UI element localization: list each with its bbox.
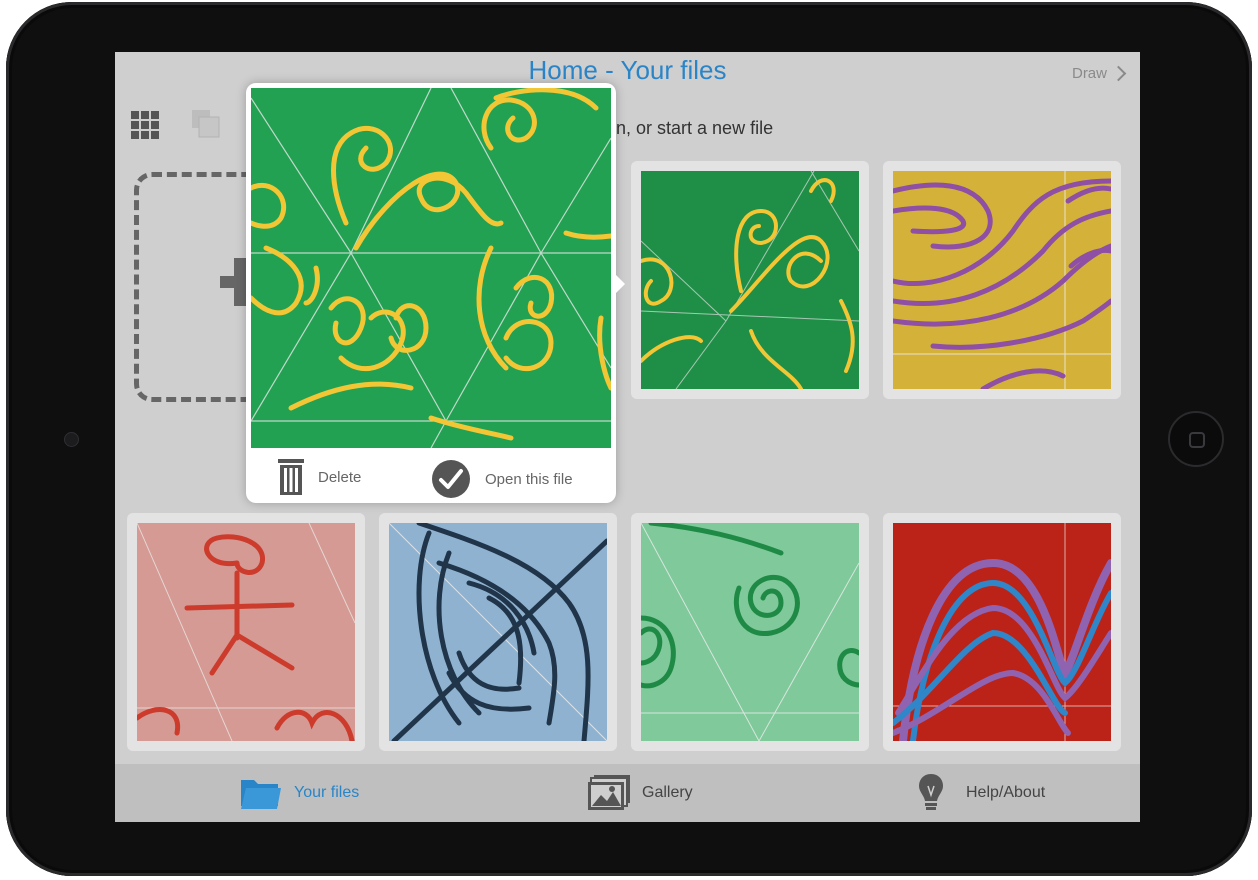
draw-label: Draw <box>1071 65 1107 82</box>
page-title: Home - Your files <box>528 55 727 85</box>
preview-image <box>251 88 611 448</box>
file-tile-blue-lines[interactable] <box>379 513 617 751</box>
delete-button[interactable]: Delete <box>278 459 361 495</box>
file-tile-mint-spirals[interactable] <box>631 513 869 751</box>
popover-arrow <box>614 273 625 295</box>
lightbulb-icon <box>919 774 943 810</box>
chevron-right-icon <box>1110 65 1127 82</box>
checkmark-circle-icon <box>432 460 470 498</box>
home-button[interactable] <box>1168 411 1224 467</box>
instruction-text: en, or start a new file <box>606 118 774 138</box>
file-tile-green-swirls[interactable] <box>631 161 869 399</box>
draw-button[interactable]: Draw <box>1071 65 1127 82</box>
copy-view-icon[interactable] <box>191 109 221 139</box>
tab-your-files[interactable]: Your files <box>240 764 359 822</box>
open-file-label: Open this file <box>485 470 573 488</box>
tab-help-about[interactable]: Help/About <box>918 764 1045 822</box>
delete-label: Delete <box>318 468 362 486</box>
gallery-icon <box>588 775 630 810</box>
folder-icon <box>241 780 281 809</box>
tab-label: Help/About <box>966 784 1046 801</box>
file-tile-pink-stick-figure[interactable] <box>127 513 365 751</box>
tab-label: Gallery <box>642 784 693 801</box>
tab-gallery[interactable]: Gallery <box>588 764 693 822</box>
trash-icon <box>278 459 304 495</box>
file-tile-red-arches[interactable] <box>883 513 1121 751</box>
file-preview-popover: Delete Open this file <box>246 83 616 503</box>
open-file-button[interactable]: Open this file <box>431 459 573 499</box>
tab-bar: Your files Gallery Help/About <box>115 764 1140 822</box>
tab-label: Your files <box>294 784 360 801</box>
app-screen: Home - Your files Draw en, or start a ne… <box>115 52 1140 822</box>
front-camera <box>64 432 79 447</box>
grid-view-icon[interactable] <box>131 111 159 139</box>
popover-actions: Delete Open this file <box>246 455 616 499</box>
file-tile-gold-waves[interactable] <box>883 161 1121 399</box>
